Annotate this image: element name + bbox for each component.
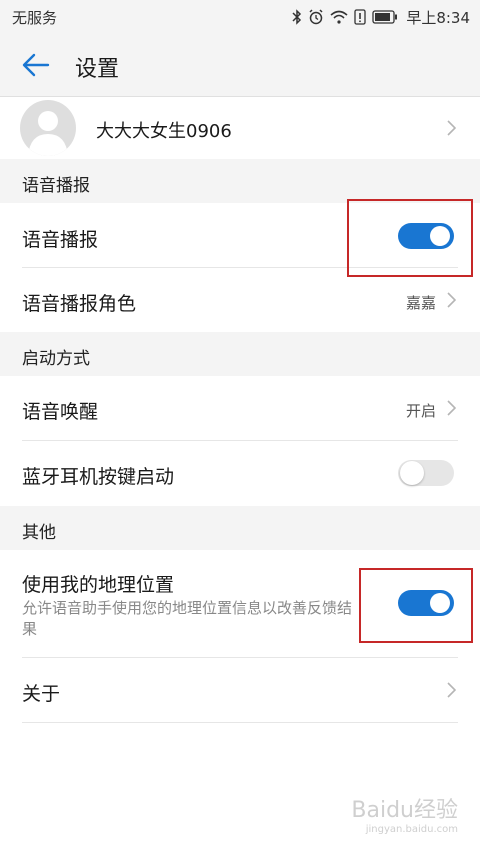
- chevron-right-icon: [447, 682, 456, 698]
- about-row[interactable]: 关于: [0, 658, 480, 723]
- account-name: 大大大女生0906: [96, 121, 232, 142]
- highlight-box: [359, 568, 473, 643]
- sim-alert-icon: [354, 9, 366, 25]
- page-title: 设置: [75, 57, 120, 82]
- toggle-knob: [400, 461, 424, 485]
- status-icons: 早上8:34: [292, 5, 470, 29]
- row-label: 蓝牙耳机按键启动: [22, 466, 175, 488]
- section-title: 其他: [22, 523, 56, 543]
- back-button[interactable]: [20, 51, 52, 79]
- chevron-right-icon: [447, 120, 456, 136]
- row-label: 语音播报: [22, 229, 99, 251]
- account-row[interactable]: 大大大女生0906: [0, 97, 480, 159]
- row-label: 使用我的地理位置: [22, 574, 175, 596]
- voice-role-row[interactable]: 语音播报角色 嘉嘉: [0, 268, 480, 332]
- row-value: 开启: [405, 402, 436, 420]
- clock: 早上8:34: [406, 8, 470, 27]
- app-bar: 设置: [0, 34, 480, 97]
- section-header-launch: 启动方式: [0, 332, 480, 376]
- carrier-status: 无服务: [12, 9, 58, 27]
- arrow-left-icon: [22, 53, 50, 77]
- status-bar: 无服务 早上8:34: [0, 0, 480, 34]
- bluetooth-icon: [292, 9, 302, 25]
- chevron-right-icon: [447, 292, 456, 308]
- row-label: 语音播报角色: [22, 293, 137, 315]
- divider: [22, 722, 458, 723]
- voice-wakeup-row[interactable]: 语音唤醒 开启: [0, 376, 480, 441]
- watermark-url: jingyan.baidu.com: [365, 824, 458, 835]
- battery-icon: [372, 10, 398, 24]
- watermark-brand: Baidu经验: [351, 798, 458, 823]
- section-header-other: 其他: [0, 506, 480, 550]
- chevron-right-icon: [447, 400, 456, 416]
- section-title: 启动方式: [22, 349, 90, 369]
- avatar: [20, 100, 76, 156]
- row-label: 语音唤醒: [22, 401, 99, 423]
- bluetooth-launch-row[interactable]: 蓝牙耳机按键启动: [0, 441, 480, 506]
- row-description: 允许语音助手使用您的地理位置信息以改善反馈结果: [22, 599, 353, 638]
- watermark: Baidu经验 jingyan.baidu.com: [351, 792, 458, 835]
- row-value: 嘉嘉: [405, 294, 436, 312]
- row-label: 关于: [22, 683, 61, 705]
- bluetooth-launch-toggle[interactable]: [398, 460, 454, 486]
- section-header-voice: 语音播报: [0, 159, 480, 203]
- user-icon: [28, 111, 68, 156]
- highlight-box: [347, 199, 473, 277]
- wifi-icon: [330, 10, 348, 24]
- section-title: 语音播报: [22, 176, 90, 196]
- alarm-icon: [309, 9, 323, 25]
